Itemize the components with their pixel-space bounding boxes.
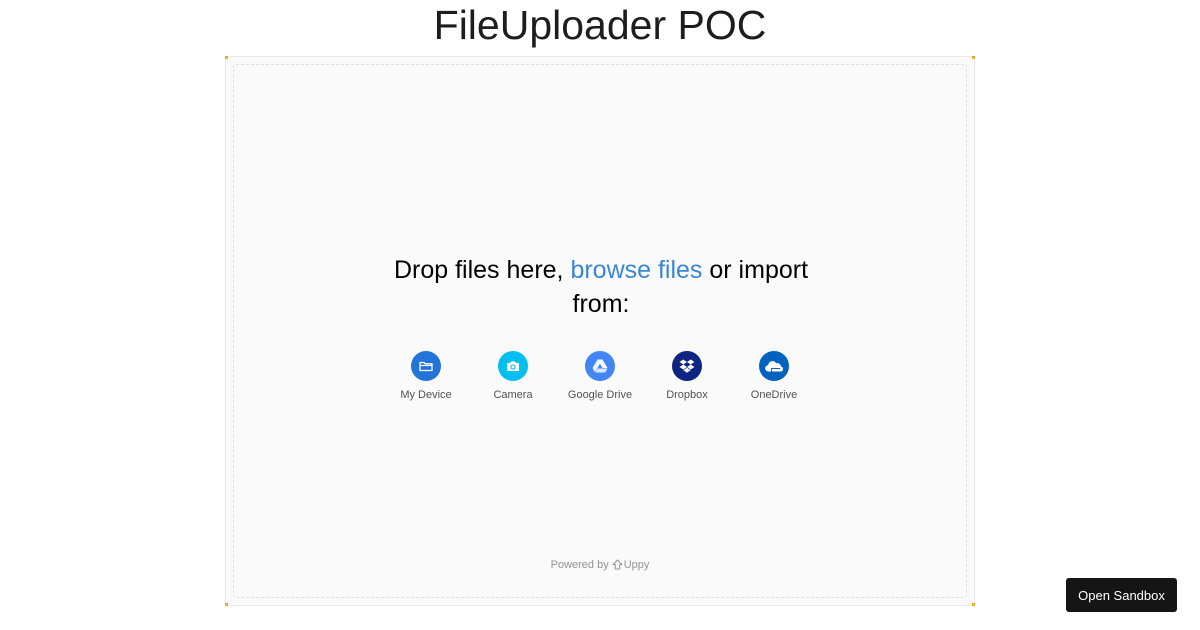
source-label: Dropbox [666, 389, 708, 401]
source-label: Google Drive [567, 389, 633, 401]
uppy-logo-icon [612, 559, 623, 573]
uppy-brand-link[interactable]: Uppy [624, 559, 650, 571]
import-sources: My Device Camera Google Drive Dropbox On… [234, 351, 966, 401]
source-onedrive[interactable]: OneDrive [731, 351, 818, 401]
source-dropbox[interactable]: Dropbox [644, 351, 731, 401]
source-my-device[interactable]: My Device [383, 351, 470, 401]
drop-title-prefix: Drop files here, [393, 256, 571, 284]
page-title: FileUploader POC [433, 2, 767, 48]
drop-zone[interactable]: Drop files here, browse files or import … [233, 64, 967, 598]
corner-marker-top-left [225, 56, 228, 59]
source-label: Camera [493, 389, 533, 401]
onedrive-icon [759, 351, 789, 381]
drop-title: Drop files here, browse files or import … [384, 253, 818, 321]
source-camera[interactable]: Camera [470, 351, 557, 401]
uploader-dashboard: Drop files here, browse files or import … [225, 56, 975, 606]
source-label: My Device [400, 389, 452, 401]
powered-by-footer: Powered by Uppy [234, 559, 966, 573]
google-drive-icon [585, 351, 615, 381]
corner-marker-bottom-right [972, 603, 975, 606]
open-sandbox-button[interactable]: Open Sandbox [1066, 578, 1177, 612]
corner-marker-top-right [972, 56, 975, 59]
browse-files-link[interactable]: browse files [570, 256, 702, 284]
powered-by-text: Powered by [550, 559, 609, 571]
source-label: OneDrive [750, 389, 798, 401]
source-google-drive[interactable]: Google Drive [557, 351, 644, 401]
folder-icon [411, 351, 441, 381]
corner-marker-bottom-left [225, 603, 228, 606]
camera-icon [498, 351, 528, 381]
dropbox-icon [672, 351, 702, 381]
